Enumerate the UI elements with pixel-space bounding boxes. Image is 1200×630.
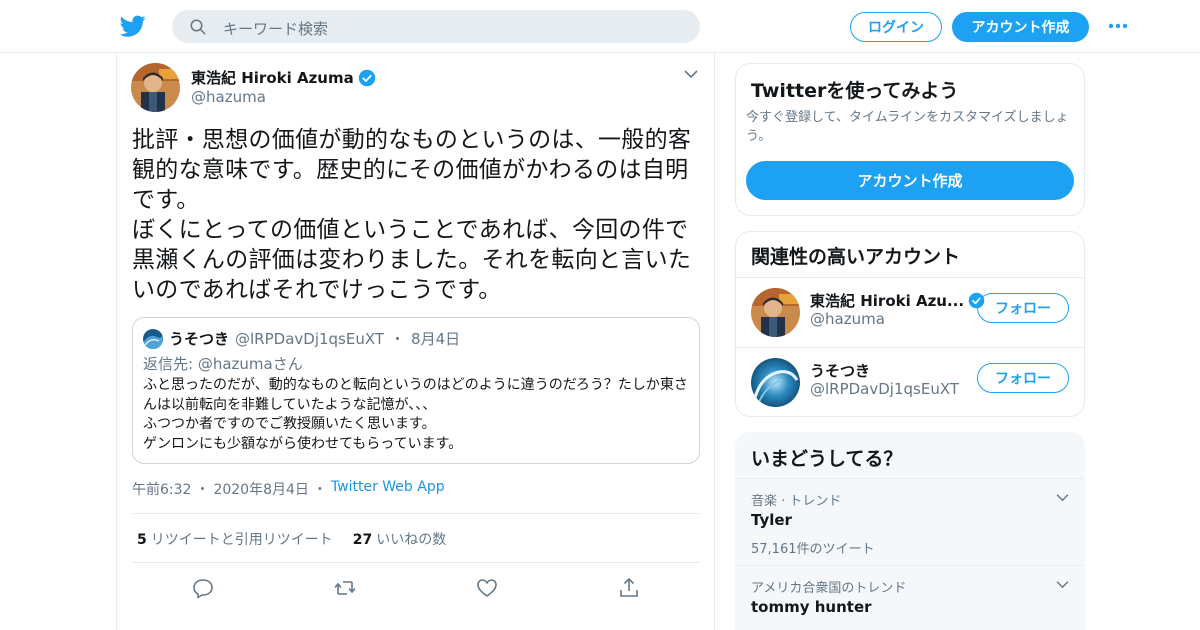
retweet-count: 5 <box>137 532 147 548</box>
search-bar[interactable]: キーワード検索 <box>172 10 700 43</box>
signup-card-title: Twitterを使ってみよう <box>751 80 959 102</box>
meta-separator: ・ <box>195 482 210 498</box>
like-label: いいねの数 <box>376 532 447 548</box>
tweet-text: 批評・思想の価値が動的なものというのは、一般的客観的な意味です。歴史的にその価値… <box>132 127 692 303</box>
follow-button[interactable]: フォロー <box>977 363 1069 393</box>
signup-card-desc: 今すぐ登録して、タイムラインをカスタマイズしましょう。 <box>746 110 1069 144</box>
tweet-meta: 午前6:32 ・ 2020年8月4日 ・ Twitter Web App <box>132 479 445 499</box>
trend-category: アメリカ合衆国のトレンド <box>751 581 907 596</box>
quoted-tweet[interactable]: うそつき @lRPDavDj1qsEuXT ・ 8月4日 返信先: @hazum… <box>132 317 700 464</box>
trend-name[interactable]: Tyler <box>751 511 792 529</box>
retweet-stat[interactable]: 5 リツイートと引用リツイート <box>137 529 333 549</box>
quote-reply-to: 返信先: @hazumaさん <box>143 355 303 373</box>
quote-separator: ・ <box>390 330 406 348</box>
related-account-row[interactable]: 東浩紀 Hiroki Azu... @hazuma フォロー <box>736 277 1084 347</box>
meta-separator: ・ <box>312 482 327 498</box>
avatar[interactable] <box>751 288 800 337</box>
top-header: キーワード検索 ログイン アカウント作成 <box>0 0 1200 53</box>
quote-author-handle: @lRPDavDj1qsEuXT <box>235 330 385 348</box>
divider <box>132 562 700 563</box>
related-account-name-row[interactable]: 東浩紀 Hiroki Azu... <box>810 290 985 311</box>
reply-icon[interactable] <box>191 576 215 600</box>
avatar[interactable] <box>131 63 180 112</box>
divider <box>132 513 700 514</box>
quote-body: ふと思ったのだが、動的なものと転向というのはどのように違うのだろう？たしか東さん… <box>143 377 688 452</box>
related-account-handle[interactable]: @hazuma <box>810 310 885 328</box>
author-name[interactable]: 東浩紀 Hiroki Azuma <box>191 67 354 88</box>
signup-card: Twitterを使ってみよう 今すぐ登録して、タイムラインをカスタマイズしましょ… <box>735 63 1085 216</box>
tweet-detail: 東浩紀 Hiroki Azuma @hazuma 批評・思想の価値が動的なものと… <box>116 53 715 630</box>
related-account-handle[interactable]: @lRPDavDj1qsEuXT <box>810 380 959 398</box>
quote-author-name: うそつき <box>169 330 230 348</box>
share-icon[interactable] <box>617 576 641 600</box>
related-account-name-row[interactable]: うそつき <box>810 360 870 381</box>
related-account-row[interactable]: うそつき @lRPDavDj1qsEuXT フォロー <box>736 347 1084 416</box>
tweet-stats: 5 リツイートと引用リツイート 27 いいねの数 <box>137 529 446 549</box>
chevron-down-icon[interactable] <box>684 69 698 79</box>
trend-item[interactable]: 音楽 · トレンド Tyler 57,161件のツイート <box>736 478 1084 565</box>
twitter-bird-icon[interactable] <box>120 13 146 39</box>
signup-card-button[interactable]: アカウント作成 <box>746 161 1074 200</box>
like-heart-icon[interactable] <box>475 576 499 600</box>
author-name-row[interactable]: 東浩紀 Hiroki Azuma <box>191 67 376 88</box>
search-icon <box>190 19 206 35</box>
chevron-down-icon[interactable] <box>1056 493 1069 502</box>
quote-avatar <box>143 329 163 349</box>
verified-badge-icon <box>358 69 375 86</box>
related-card-title: 関連性の高いアカウント <box>751 246 961 268</box>
avatar[interactable] <box>751 358 800 407</box>
tweet-date[interactable]: 2020年8月4日 <box>213 479 308 499</box>
trend-count: 57,161件のツイート <box>751 542 875 557</box>
related-account-name[interactable]: 東浩紀 Hiroki Azu... <box>810 290 964 311</box>
follow-button[interactable]: フォロー <box>977 293 1069 323</box>
tweet-time[interactable]: 午前6:32 <box>132 479 191 499</box>
retweet-label: リツイートと引用リツイート <box>150 532 333 548</box>
author-handle[interactable]: @hazuma <box>191 88 266 106</box>
chevron-down-icon[interactable] <box>1056 580 1069 589</box>
trends-card-title: いまどうしてる？ <box>751 448 903 470</box>
related-accounts-card: 関連性の高いアカウント 東浩紀 Hiroki Azu... @hazuma フォ… <box>735 231 1085 417</box>
retweet-icon[interactable] <box>333 576 357 600</box>
trend-category: 音楽 · トレンド <box>751 494 842 509</box>
more-dots-icon[interactable] <box>1107 18 1129 34</box>
signup-button[interactable]: アカウント作成 <box>952 12 1089 42</box>
like-stat[interactable]: 27 いいねの数 <box>353 529 446 549</box>
like-count: 27 <box>352 532 373 548</box>
quote-date: 8月4日 <box>411 330 461 348</box>
tweet-source-link[interactable]: Twitter Web App <box>331 479 445 499</box>
trend-name[interactable]: tommy hunter <box>751 598 872 616</box>
trends-card: いまどうしてる？ 音楽 · トレンド Tyler 57,161件のツイート アメ… <box>735 432 1085 630</box>
search-input[interactable]: キーワード検索 <box>223 18 328 39</box>
quote-header: うそつき @lRPDavDj1qsEuXT ・ 8月4日 <box>169 328 460 349</box>
trend-item[interactable]: アメリカ合衆国のトレンド tommy hunter <box>736 565 1084 630</box>
related-account-name[interactable]: うそつき <box>810 360 870 381</box>
login-button[interactable]: ログイン <box>850 12 942 42</box>
